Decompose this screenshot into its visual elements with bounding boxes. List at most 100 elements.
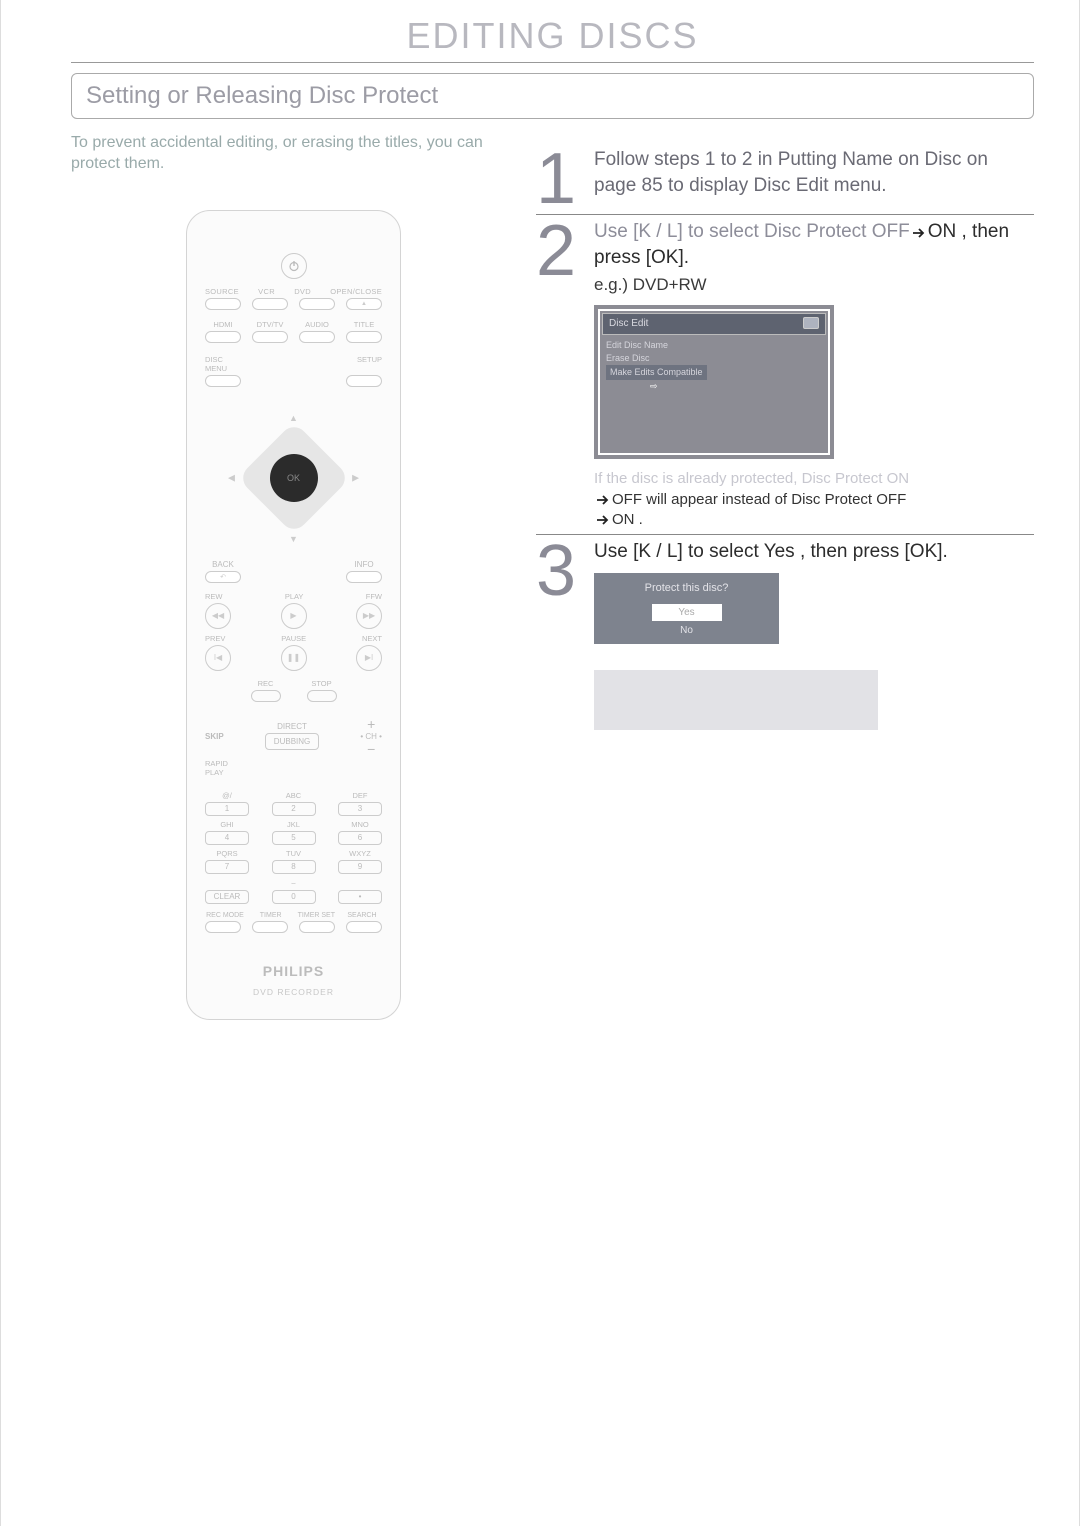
label-ch: • CH • [360, 732, 382, 741]
btn-eject [346, 298, 382, 310]
dpad-left-icon: ◀ [228, 473, 235, 484]
disc-edit-osd: Disc Edit Edit Disc Name Erase Disc Make… [594, 305, 834, 459]
step-2-number: 2 [536, 219, 594, 530]
step-2: 2 Use [K / L] to select Disc Protect OFF… [536, 214, 1034, 530]
kp-1: 1 [205, 802, 249, 816]
btn-dubbing: DUBBING [265, 733, 319, 750]
kp-dot: • [338, 890, 382, 904]
label-direct: DIRECT [277, 722, 307, 731]
osd-item-1: Edit Disc Name [606, 339, 822, 352]
kp-0: 0 [272, 890, 316, 904]
kp-lbl-4: GHI [205, 820, 249, 829]
s3-kl: K / L [638, 541, 677, 562]
btn-disc-menu [205, 375, 241, 387]
confirm-no: No [652, 624, 722, 638]
btn-back: ↶ [205, 571, 241, 583]
kp-5: 5 [272, 831, 316, 845]
step-2-example-label: e.g.) DVD+RW [594, 274, 1034, 297]
label-skip: SKIP [205, 732, 224, 741]
label-timerset: TIMER SET [296, 912, 336, 919]
btn-ok: OK [270, 454, 318, 502]
btn-rew: ◀◀ [205, 603, 231, 629]
minus-icon: − [367, 741, 375, 757]
step-2-instruction: Use [K / L] to select Disc Protect OFFON… [594, 219, 1034, 270]
dpad-down-icon: ▼ [289, 534, 298, 544]
label-title: TITLE [346, 320, 382, 329]
arrow-right-icon [596, 510, 610, 530]
btn-hdmi [205, 331, 241, 343]
step-1-text: Follow steps 1 to 2 in Putting Name on D… [594, 147, 1034, 210]
confirm-dialog-osd: Protect this disc? Yes No [594, 573, 779, 644]
brand-logo: PHILIPS [263, 963, 324, 979]
kp-lbl-6: MNO [338, 820, 382, 829]
s2-note-b: ON . [612, 511, 643, 528]
btn-stop [307, 690, 337, 702]
device-label: DVD RECORDER [253, 987, 334, 997]
plus-icon: + [367, 716, 375, 732]
dpad-up-icon: ▲ [289, 413, 298, 423]
label-openclose: OPEN/CLOSE [330, 287, 382, 296]
label-source: SOURCE [205, 287, 239, 296]
kp-2: 2 [272, 802, 316, 816]
btn-pause: ❚❚ [281, 645, 307, 671]
kp-9: 9 [338, 860, 382, 874]
step-1: 1 Follow steps 1 to 2 in Putting Name on… [536, 143, 1034, 210]
kp-lbl-9: WXYZ [338, 849, 382, 858]
label-prev: PREV [205, 634, 225, 643]
kp-4: 4 [205, 831, 249, 845]
s2-kl: K / L [638, 221, 677, 242]
btn-setup [346, 375, 382, 387]
label-rew: REW [205, 592, 223, 601]
s2-note-a: OFF will appear instead of Disc Protect … [612, 491, 906, 508]
btn-title [346, 331, 382, 343]
placeholder-box [594, 670, 878, 730]
kp-clear: CLEAR [205, 890, 249, 904]
label-audio: AUDIO [299, 320, 335, 329]
power-icon [281, 253, 307, 279]
step-1-number: 1 [536, 147, 594, 210]
step-3: 3 Use [K / L] to select Yes , then press… [536, 534, 1034, 729]
label-vcr: VCR [258, 287, 275, 296]
kp-lbl-5: JKL [272, 820, 316, 829]
label-dtvtv: DTV/TV [252, 320, 288, 329]
kp-lbl-1: @/ [205, 791, 249, 800]
arrow-right-icon [596, 490, 610, 510]
label-stop: STOP [311, 679, 331, 688]
s2-mid: ] to select Disc Protect OFF [677, 221, 909, 242]
label-ffw: FFW [366, 592, 382, 601]
label-search: SEARCH [342, 912, 382, 919]
btn-search [346, 921, 382, 933]
remote-control-illustration: SOURCE VCR DVD OPEN/CLOSE HDMI DTV/TV AU… [186, 210, 401, 1020]
kp-3: 3 [338, 802, 382, 816]
label-disc-menu: DISC MENU [205, 355, 241, 373]
btn-next: ▶I [356, 645, 382, 671]
kp-lbl-8: TUV [272, 849, 316, 858]
dpad-right-icon: ▶ [352, 473, 359, 484]
title-rule [71, 62, 1034, 63]
osd-arrow-icon: ⇨ [650, 380, 822, 393]
label-info: INFO [354, 560, 373, 569]
s3-pre: Use [ [594, 541, 638, 562]
label-next: NEXT [362, 634, 382, 643]
kp-lbl-2: ABC [272, 791, 316, 800]
label-pause: PAUSE [281, 634, 306, 643]
osd-disc-icon [803, 317, 819, 329]
kp-6: 6 [338, 831, 382, 845]
btn-vcr [252, 298, 288, 310]
label-setup: SETUP [346, 355, 382, 373]
s2-on: ON [928, 221, 957, 242]
label-back: BACK [212, 560, 234, 569]
btn-ffw: ▶▶ [356, 603, 382, 629]
label-hdmi: HDMI [205, 320, 241, 329]
dpad: OK ▲ ▼ ◀ ▶ [226, 411, 361, 546]
step-3-instruction: Use [K / L] to select Yes , then press [… [594, 539, 1034, 565]
kp-7: 7 [205, 860, 249, 874]
btn-timerset [299, 921, 335, 933]
btn-timer [252, 921, 288, 933]
btn-source [205, 298, 241, 310]
btn-info [346, 571, 382, 583]
s2-note-faded: If the disc is already protected, Disc P… [594, 470, 909, 487]
label-dvd: DVD [294, 287, 311, 296]
label-rec: REC [258, 679, 274, 688]
btn-dtvtv [252, 331, 288, 343]
